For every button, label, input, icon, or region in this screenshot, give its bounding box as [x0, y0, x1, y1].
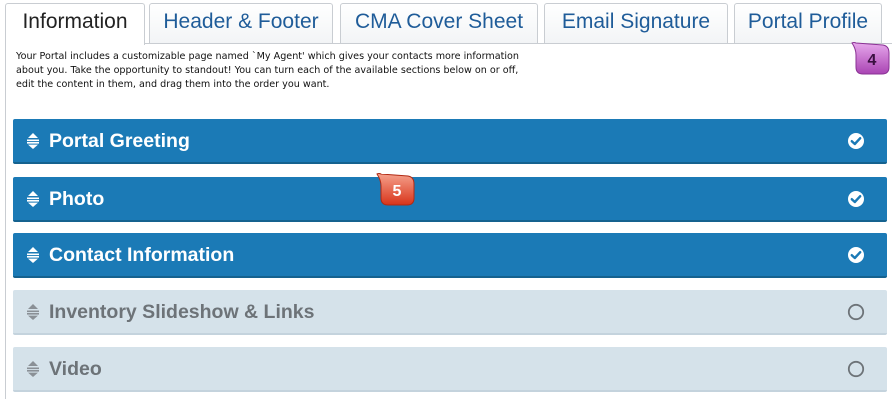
check-circle-icon[interactable] [847, 246, 865, 264]
drag-handle-icon[interactable] [25, 360, 41, 378]
drag-handle-icon[interactable] [25, 132, 41, 150]
tab-portal-profile[interactable]: Portal Profile [734, 3, 882, 44]
drag-handle-icon[interactable] [25, 190, 41, 208]
drag-handle-icon[interactable] [25, 246, 41, 264]
section-title: Inventory Slideshow & Links [49, 301, 315, 323]
intro-line-1: Your Portal includes a customizable page… [16, 51, 519, 62]
tab-cma-cover-sheet[interactable]: CMA Cover Sheet [340, 3, 538, 44]
section-photo[interactable]: Photo [13, 177, 887, 222]
callout-badge-5: 5 [374, 172, 416, 208]
check-circle-icon[interactable] [847, 132, 865, 150]
intro-text: Your Portal includes a customizable page… [16, 50, 656, 92]
tab-header-footer[interactable]: Header & Footer [149, 3, 333, 44]
intro-line-3: edit the content in them, and drag them … [16, 79, 330, 90]
check-circle-icon[interactable] [847, 190, 865, 208]
intro-line-2: about you. Take the opportunity to stand… [16, 65, 519, 76]
drag-handle-icon[interactable] [25, 303, 41, 321]
section-title: Contact Information [49, 244, 235, 266]
empty-circle-icon[interactable] [847, 303, 865, 321]
tab-email-signature[interactable]: Email Signature [544, 3, 728, 44]
empty-circle-icon[interactable] [847, 360, 865, 378]
callout-number: 4 [867, 52, 877, 69]
section-contact-information[interactable]: Contact Information [13, 233, 887, 278]
callout-number: 5 [392, 183, 402, 200]
tab-bar: Information Header & Footer CMA Cover Sh… [0, 0, 892, 45]
section-inventory-slideshow-links[interactable]: Inventory Slideshow & Links [13, 290, 887, 335]
callout-badge-4: 4 [849, 41, 891, 77]
section-title: Portal Greeting [49, 130, 190, 152]
section-title: Video [49, 358, 102, 380]
section-video[interactable]: Video [13, 347, 887, 392]
section-title: Photo [49, 188, 105, 210]
section-portal-greeting[interactable]: Portal Greeting [13, 119, 887, 164]
tab-information[interactable]: Information [5, 3, 145, 45]
